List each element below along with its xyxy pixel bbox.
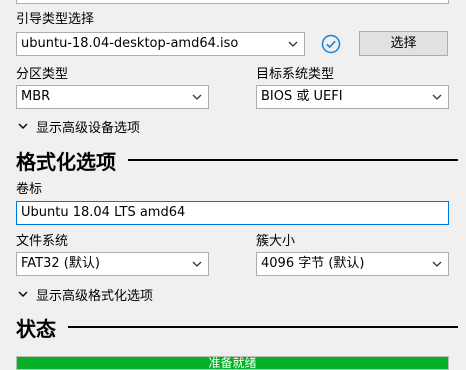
select-button[interactable]: 选择 [359, 31, 448, 56]
partition-scheme-label: 分区类型 [16, 67, 69, 82]
cluster-size-value: 4096 字节 (默认) [261, 256, 365, 271]
progress-text: 准备就绪 [208, 356, 257, 370]
chevron-down-icon [432, 253, 442, 275]
section-divider [68, 326, 458, 328]
cluster-size-combo[interactable]: 4096 字节 (默认) [256, 252, 449, 276]
device-combo-partial[interactable] [16, 0, 449, 4]
partition-scheme-value: MBR [21, 89, 51, 104]
boot-selection-label: 引导类型选择 [16, 12, 95, 27]
advanced-format-label: 显示高级格式化选项 [36, 288, 154, 304]
format-options-title: 格式化选项 [16, 149, 116, 174]
status-header: 状态 [16, 314, 466, 341]
target-system-value: BIOS 或 UEFI [261, 89, 343, 104]
partition-scheme-combo[interactable]: MBR [16, 85, 209, 109]
cluster-size-label: 簇大小 [256, 234, 296, 249]
boot-selection-value: ubuntu-18.04-desktop-amd64.iso [21, 36, 239, 51]
chevron-down-icon [18, 291, 28, 297]
boot-selection-combo[interactable]: ubuntu-18.04-desktop-amd64.iso [16, 32, 305, 56]
chevron-down-icon [288, 33, 298, 55]
volume-label-input[interactable]: Ubuntu 18.04 LTS amd64 [16, 201, 449, 225]
format-options-header: 格式化选项 [16, 147, 466, 174]
target-system-combo[interactable]: BIOS 或 UEFI [256, 85, 449, 109]
advanced-device-label: 显示高级设备选项 [36, 120, 141, 136]
target-system-label: 目标系统类型 [256, 67, 335, 82]
status-title: 状态 [16, 316, 56, 341]
chevron-down-icon [192, 86, 202, 108]
file-system-value: FAT32 (默认) [21, 256, 100, 271]
check-circle-icon[interactable] [321, 34, 341, 58]
chevron-down-icon [192, 253, 202, 275]
status-progress-bar: 准备就绪 [16, 356, 449, 370]
advanced-device-toggle[interactable]: 显示高级设备选项 [18, 117, 141, 136]
section-divider [128, 159, 458, 161]
advanced-format-toggle[interactable]: 显示高级格式化选项 [18, 285, 154, 304]
file-system-combo[interactable]: FAT32 (默认) [16, 252, 209, 276]
file-system-label: 文件系统 [16, 234, 69, 249]
chevron-down-icon [18, 123, 28, 129]
chevron-down-icon [432, 86, 442, 108]
volume-label-label: 卷标 [16, 182, 43, 197]
